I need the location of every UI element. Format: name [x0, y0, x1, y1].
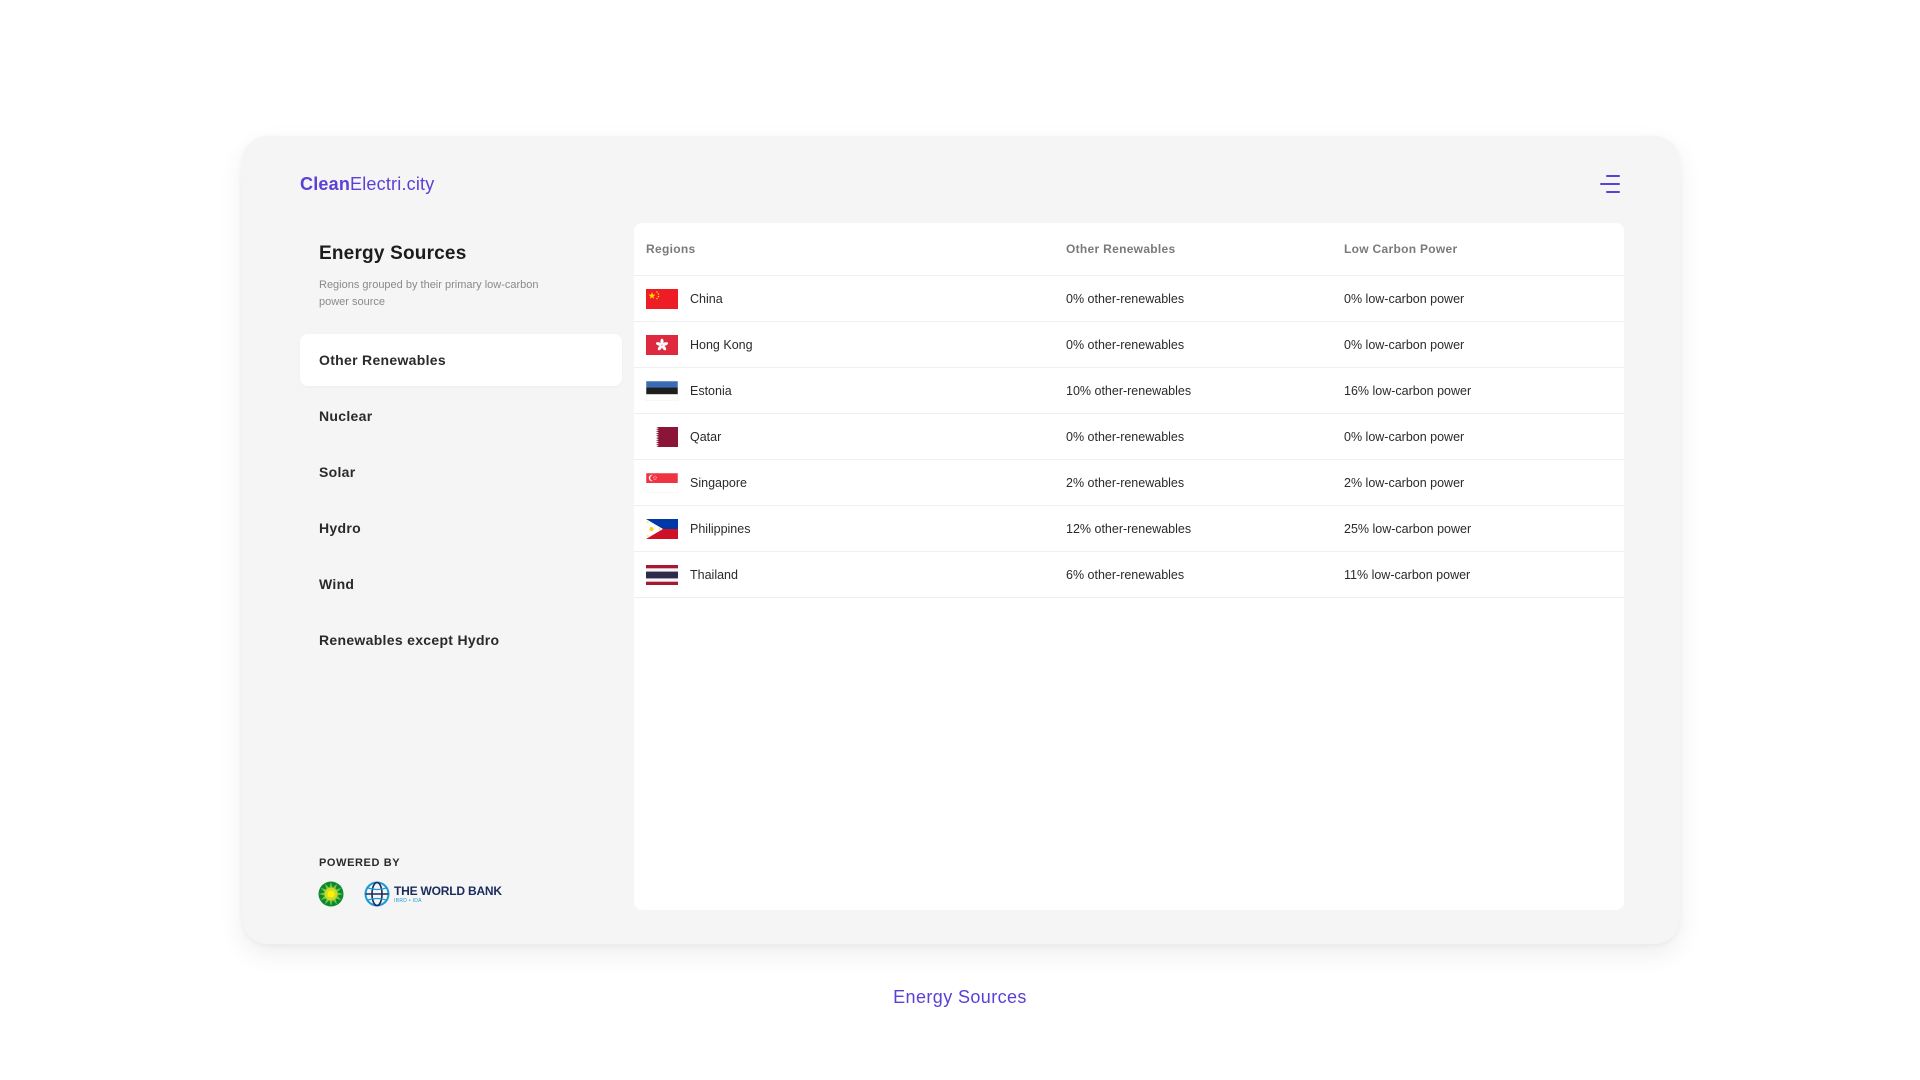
flag-singapore-icon: [646, 472, 678, 493]
globe-icon: [364, 881, 390, 907]
header-regions[interactable]: Regions: [634, 242, 1054, 256]
nav-item-other-renewables[interactable]: Other Renewables: [300, 334, 622, 386]
nav-item-solar[interactable]: Solar: [300, 446, 622, 498]
region-name: Singapore: [690, 475, 747, 490]
sidebar-title: Energy Sources: [319, 243, 467, 264]
powered-by-label: POWERED BY: [319, 857, 401, 869]
low-carbon-value: 2% low-carbon power: [1344, 475, 1465, 490]
table-row[interactable]: Thailand 6% other-renewables 11% low-car…: [634, 552, 1624, 598]
region-name: Estonia: [690, 383, 732, 398]
menu-icon[interactable]: [1600, 175, 1620, 193]
bp-logo-icon: [318, 881, 344, 907]
low-carbon-value: 25% low-carbon power: [1344, 521, 1472, 536]
header-other-renewables[interactable]: Other Renewables: [1054, 242, 1332, 256]
other-renewables-value: 0% other-renewables: [1066, 291, 1185, 306]
header-low-carbon-power[interactable]: Low Carbon Power: [1332, 242, 1624, 256]
region-name: Thailand: [690, 567, 738, 582]
low-carbon-value: 0% low-carbon power: [1344, 291, 1465, 306]
other-renewables-value: 2% other-renewables: [1066, 475, 1185, 490]
region-name: Philippines: [690, 521, 751, 536]
nav-item-hydro[interactable]: Hydro: [300, 502, 622, 554]
flag-china-icon: [646, 288, 678, 309]
sidebar-subtitle: Regions grouped by their primary low-car…: [319, 279, 539, 308]
world-bank-logo: THE WORLD BANK IBRD • IDA: [364, 881, 502, 907]
partner-logos: THE WORLD BANK IBRD • IDA: [318, 881, 502, 907]
nav-item-renewables-except-hydro[interactable]: Renewables except Hydro: [300, 614, 622, 666]
region-name: Qatar: [690, 429, 722, 444]
logo-light-text: Electri.city: [350, 174, 435, 194]
low-carbon-value: 0% low-carbon power: [1344, 429, 1465, 444]
table-row[interactable]: Singapore 2% other-renewables 2% low-car…: [634, 460, 1624, 506]
region-name: Hong Kong: [690, 337, 753, 352]
table-row[interactable]: China 0% other-renewables 0% low-carbon …: [634, 276, 1624, 322]
low-carbon-value: 16% low-carbon power: [1344, 383, 1472, 398]
nav-item-wind[interactable]: Wind: [300, 558, 622, 610]
regions-table: Regions Other Renewables Low Carbon Powe…: [634, 223, 1624, 910]
page-caption: Energy Sources: [893, 987, 1027, 1007]
world-bank-name: THE WORLD BANK: [394, 883, 502, 898]
world-bank-sub: IBRD • IDA: [394, 897, 422, 904]
table-header: Regions Other Renewables Low Carbon Powe…: [634, 223, 1624, 276]
nav-item-nuclear[interactable]: Nuclear: [300, 390, 622, 442]
low-carbon-value: 0% low-carbon power: [1344, 337, 1465, 352]
low-carbon-value: 11% low-carbon power: [1344, 567, 1471, 582]
flag-estonia-icon: [646, 380, 678, 401]
other-renewables-value: 10% other-renewables: [1066, 383, 1192, 398]
table-row[interactable]: Hong Kong 0% other-renewables 0% low-car…: [634, 322, 1624, 368]
flag-qatar-icon: [646, 426, 678, 447]
app-logo[interactable]: CleanElectri.city: [300, 174, 434, 195]
table-row[interactable]: Philippines 12% other-renewables 25% low…: [634, 506, 1624, 552]
table-row[interactable]: Estonia 10% other-renewables 16% low-car…: [634, 368, 1624, 414]
other-renewables-value: 12% other-renewables: [1066, 521, 1192, 536]
region-name: China: [690, 291, 723, 306]
table-row[interactable]: Qatar 0% other-renewables 0% low-carbon …: [634, 414, 1624, 460]
app-window: CleanElectri.city Energy Sources Regions…: [242, 136, 1680, 944]
other-renewables-value: 0% other-renewables: [1066, 337, 1185, 352]
flag-philippines-icon: [646, 518, 678, 539]
logo-bold-text: Clean: [300, 174, 351, 194]
energy-source-nav: Other Renewables Nuclear Solar Hydro Win…: [300, 334, 622, 670]
other-renewables-value: 0% other-renewables: [1066, 429, 1185, 444]
flag-thailand-icon: [646, 564, 678, 585]
other-renewables-value: 6% other-renewables: [1066, 567, 1185, 582]
flag-hong-kong-icon: [646, 334, 678, 355]
